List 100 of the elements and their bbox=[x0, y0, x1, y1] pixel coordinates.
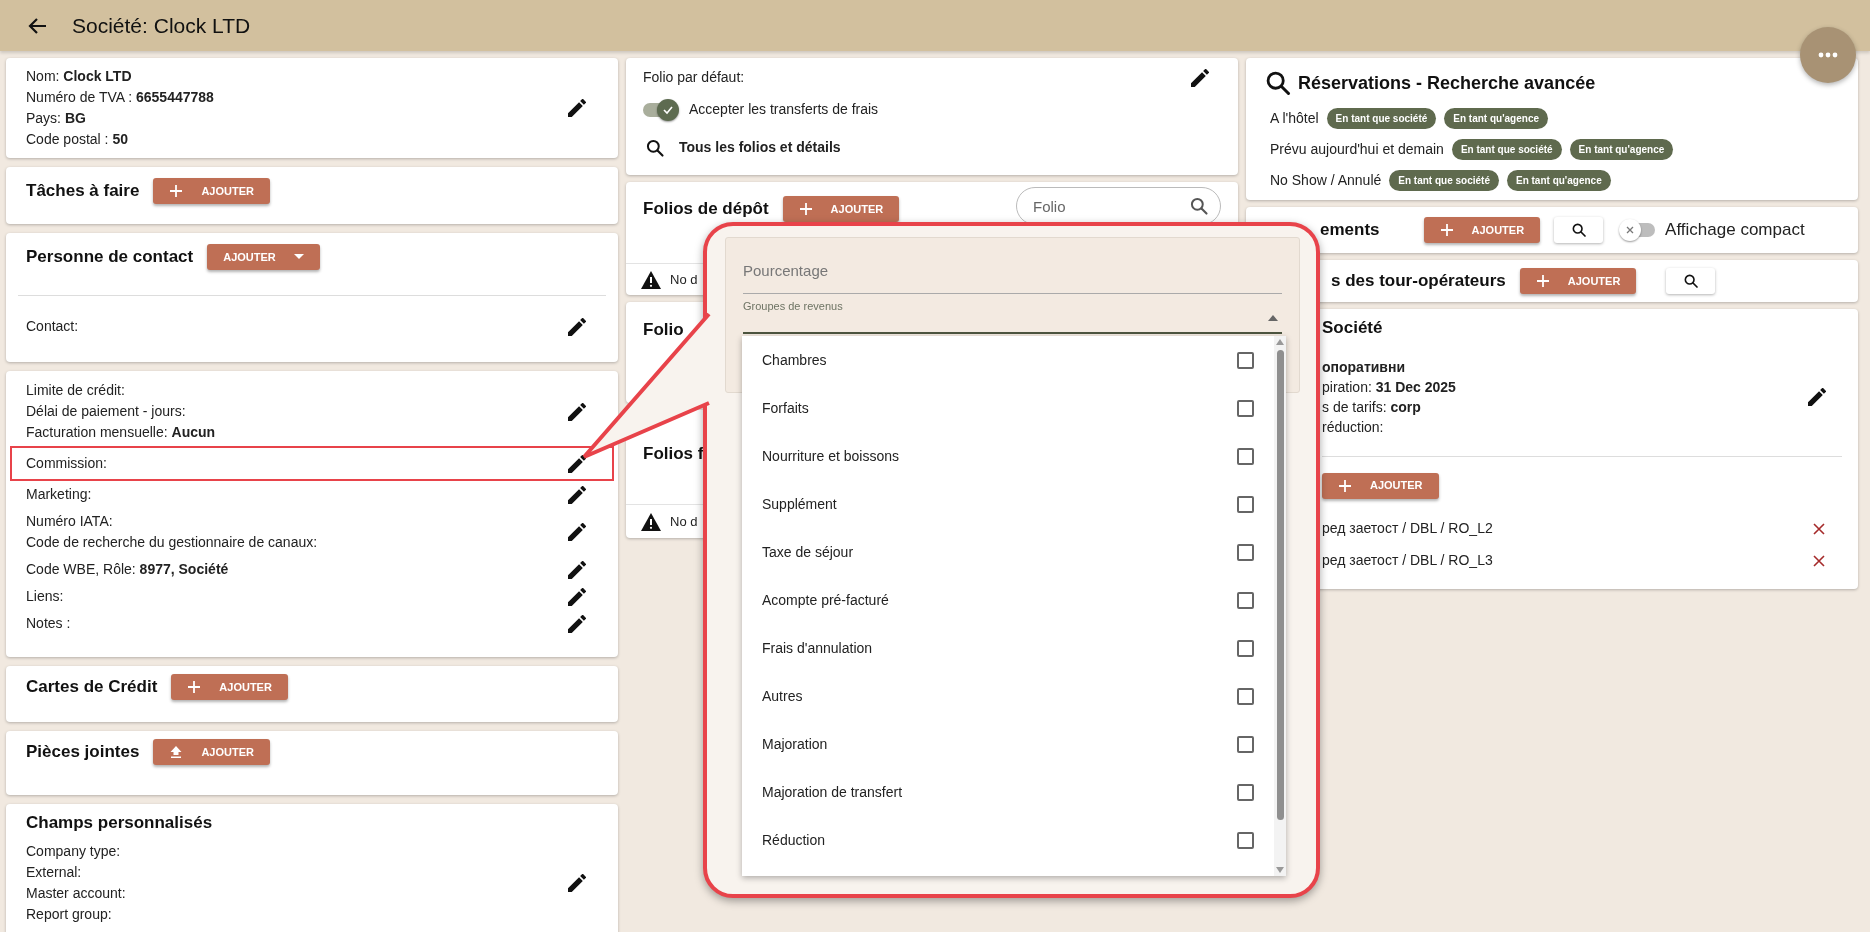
edit-icon[interactable] bbox=[568, 485, 586, 504]
edit-icon[interactable] bbox=[568, 317, 586, 336]
filter-chip[interactable]: En tant qu'agence bbox=[1507, 170, 1611, 191]
toggle-label: Affichage compact bbox=[1665, 219, 1805, 242]
edit-icon[interactable] bbox=[568, 614, 586, 633]
close-icon[interactable] bbox=[1812, 553, 1826, 568]
info-line: Code de recherche du gestionnaire de canaux: bbox=[26, 533, 318, 552]
card-title: Folios f bbox=[643, 444, 704, 463]
add-button[interactable]: AJOUTER bbox=[1322, 472, 1439, 499]
option-item[interactable]: Réduction bbox=[742, 816, 1274, 864]
plus-icon bbox=[169, 184, 184, 198]
default-folio-label: Folio par défaut: bbox=[643, 68, 745, 87]
edit-icon[interactable] bbox=[568, 402, 586, 421]
card-title: Personne de contact bbox=[26, 246, 194, 268]
checkbox[interactable] bbox=[1237, 735, 1254, 753]
info-line: Pays: BG bbox=[26, 109, 87, 128]
checkbox[interactable] bbox=[1237, 687, 1254, 705]
edit-icon[interactable] bbox=[568, 587, 586, 606]
add-button[interactable]: AJOUTER bbox=[1423, 217, 1541, 243]
edit-icon[interactable] bbox=[568, 873, 586, 892]
filter-chip[interactable]: En tant que société bbox=[1389, 170, 1499, 191]
add-button[interactable]: AJOUTER bbox=[153, 178, 270, 204]
warning-text: No d bbox=[670, 270, 698, 289]
plus-icon bbox=[1439, 223, 1454, 237]
option-item[interactable]: Autres bbox=[742, 672, 1274, 720]
option-item[interactable]: Frais d'annulation bbox=[742, 624, 1274, 672]
all-folios-link[interactable]: Tous les folios et détails bbox=[679, 137, 841, 158]
option-item[interactable]: Supplément bbox=[742, 480, 1274, 528]
warning-icon bbox=[640, 269, 662, 290]
search-icon bbox=[645, 137, 665, 158]
card-title: Folios de dépôt bbox=[643, 198, 769, 221]
add-button[interactable]: AJOUTER bbox=[782, 196, 900, 222]
add-button[interactable]: AJOUTER bbox=[1519, 268, 1637, 294]
checkbox[interactable] bbox=[1237, 351, 1254, 369]
checkbox[interactable] bbox=[1237, 783, 1254, 801]
info-line: Notes : bbox=[26, 614, 71, 633]
edit-icon[interactable] bbox=[568, 523, 586, 541]
info-line: Company type: bbox=[26, 841, 122, 861]
checkbox[interactable] bbox=[1237, 495, 1254, 513]
scrollbar[interactable] bbox=[1274, 336, 1286, 876]
plus-icon bbox=[1338, 478, 1352, 493]
info-line: Master account: bbox=[26, 883, 126, 903]
info-line: External: bbox=[26, 862, 83, 882]
add-button[interactable]: AJOUTER bbox=[171, 674, 288, 700]
card-title: Société bbox=[1322, 317, 1384, 339]
search-icon bbox=[1264, 69, 1292, 97]
edit-icon[interactable] bbox=[1191, 68, 1209, 87]
add-button[interactable]: AJOUTER bbox=[153, 739, 270, 765]
add-button[interactable]: AJOUTER bbox=[207, 244, 320, 270]
info-line: Commission: bbox=[26, 454, 107, 473]
filter-chip[interactable]: En tant qu'agence bbox=[1569, 139, 1674, 160]
info-line: réduction: bbox=[1322, 417, 1385, 437]
x-icon bbox=[1625, 225, 1636, 235]
plus-icon bbox=[798, 202, 813, 216]
checkbox[interactable] bbox=[1237, 591, 1254, 609]
checkbox[interactable] bbox=[1237, 831, 1254, 849]
filter-chip[interactable]: En tant qu'agence bbox=[1444, 108, 1549, 129]
info-line: Délai de paiement - jours: bbox=[26, 402, 187, 421]
back-arrow-icon[interactable] bbox=[28, 15, 48, 36]
checkbox[interactable] bbox=[1237, 639, 1254, 657]
option-item[interactable]: Forfaits bbox=[742, 384, 1274, 432]
info-line: Report group: bbox=[26, 904, 113, 924]
info-line: Nom: Clock LTD bbox=[26, 67, 133, 86]
info-line: Liens: bbox=[26, 587, 64, 606]
option-item[interactable]: Acompte pré-facturé bbox=[742, 576, 1274, 624]
search-icon bbox=[1682, 273, 1699, 289]
search-button[interactable] bbox=[1666, 268, 1716, 294]
card-title: Cartes de Crédit bbox=[26, 676, 158, 698]
rate-item: ред заетост / DBL / RO_L2 bbox=[1322, 519, 1493, 538]
plus-icon bbox=[1535, 274, 1550, 288]
info-line: Code WBE, Rôle: 8977, Société bbox=[26, 560, 229, 579]
caret-icon bbox=[293, 254, 304, 260]
edit-icon[interactable] bbox=[568, 99, 586, 117]
warning-icon bbox=[640, 511, 662, 532]
option-item[interactable]: Majoration bbox=[742, 720, 1274, 768]
option-item[interactable]: Nourriture et boissons bbox=[742, 432, 1274, 480]
close-icon[interactable] bbox=[1812, 521, 1826, 536]
option-item[interactable]: Taxe de séjour bbox=[742, 528, 1274, 576]
edit-icon[interactable] bbox=[1808, 387, 1826, 406]
rate-item: ред заетост / DBL / RO_L3 bbox=[1322, 551, 1493, 570]
percentage-field[interactable]: Pourcentage bbox=[743, 260, 1282, 294]
scroll-up-icon[interactable] bbox=[1276, 339, 1284, 345]
revenue-groups-select[interactable]: Groupes de revenus bbox=[743, 297, 1282, 334]
filter-chip[interactable]: En tant que société bbox=[1451, 139, 1562, 160]
contact-label: Contact: bbox=[26, 317, 79, 336]
row-label: A l'hôtel bbox=[1270, 109, 1319, 128]
checkbox[interactable] bbox=[1237, 399, 1254, 417]
row-label: No Show / Annulé bbox=[1270, 171, 1382, 190]
search-button[interactable] bbox=[1554, 217, 1604, 243]
checkbox[interactable] bbox=[1237, 543, 1254, 561]
edit-icon[interactable] bbox=[568, 560, 586, 579]
option-item[interactable]: Majoration de transfert bbox=[742, 768, 1274, 816]
option-item[interactable]: Chambres bbox=[742, 336, 1274, 384]
checkbox[interactable] bbox=[1237, 447, 1254, 465]
filter-chip[interactable]: En tant que société bbox=[1326, 108, 1437, 129]
more-icon bbox=[1818, 52, 1838, 58]
card-title: Réservations - Recherche avancée bbox=[1298, 71, 1596, 95]
scroll-down-icon[interactable] bbox=[1276, 867, 1284, 873]
edit-icon[interactable] bbox=[568, 454, 586, 473]
card-title: Pièces jointes bbox=[26, 741, 140, 763]
